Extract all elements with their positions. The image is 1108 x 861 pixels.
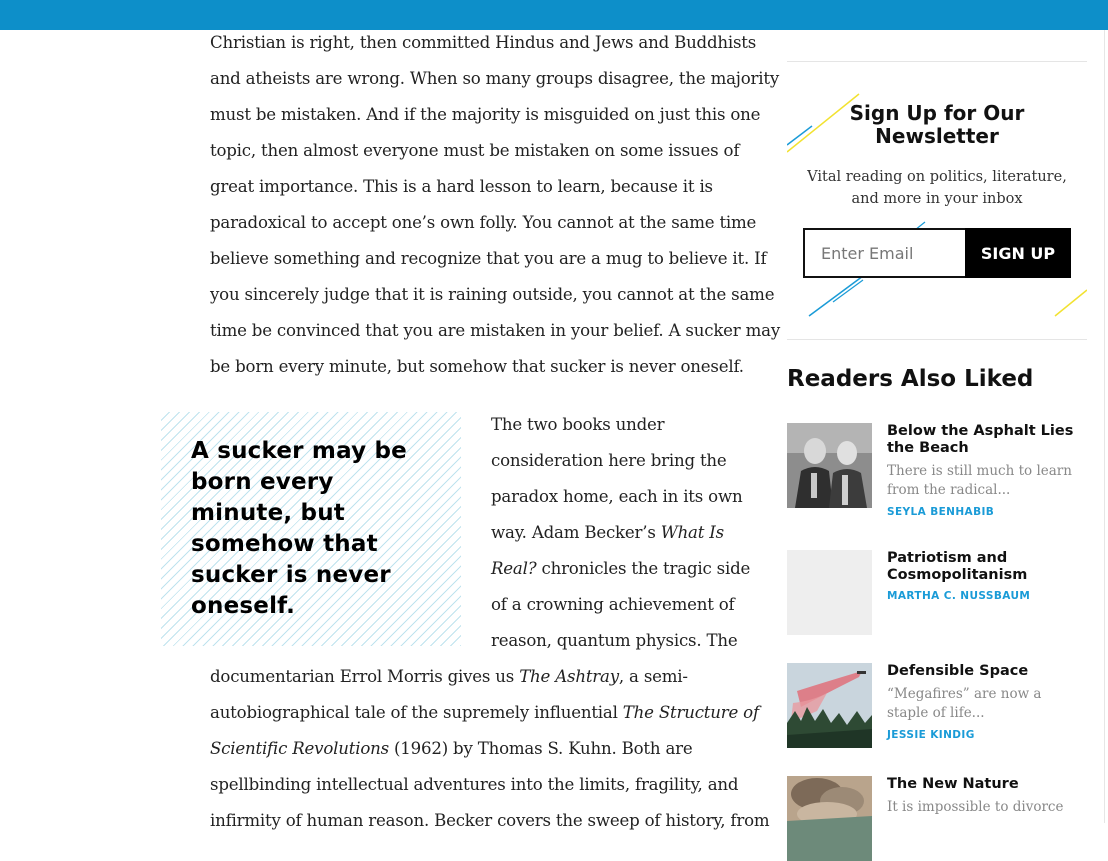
author-link[interactable]: MARTHA C. NUSSBAUM [887,590,1087,602]
text-run: (1962) by Thomas S. Kuhn. Both are [388,739,693,758]
pull-quote: A sucker may be born every minute, but s… [161,412,461,646]
list-item[interactable]: Defensible Space “Megafires” are now a s… [787,663,1087,763]
text-line: be born every minute, but somehow that s… [210,357,744,376]
article-link-title[interactable]: The New Nature [887,776,1087,793]
text-line: spellbinding intellectual adventures int… [210,775,739,794]
list-item-body: Patriotism and Cosmopolitanism MARTHA C.… [887,550,1087,602]
author-link[interactable]: JESSIE KINDIG [887,729,1087,741]
photo-two-men [787,423,872,508]
text-line: believe something and recognize that you… [210,249,767,268]
divider [787,61,1087,62]
list-item-body: The New Nature It is impossible to divor… [887,776,1087,817]
text-line: autobiographical tale of the supremely i… [210,695,770,731]
sign-up-button[interactable]: SIGN UP [965,228,1071,278]
list-item-body: Below the Asphalt Lies the Beach There i… [887,423,1087,518]
readers-also-liked-heading: Readers Also Liked [787,366,1034,392]
text-line: The two books under [491,415,665,434]
book-title: The Structure of [622,703,759,722]
text-run: autobiographical tale of the supremely i… [210,703,623,722]
list-item[interactable]: The New Nature It is impossible to divor… [787,776,1087,861]
text-line: reason, quantum physics. The [491,631,738,650]
text-line: of a crowning achievement of [491,595,735,614]
book-title: Real? [491,559,537,578]
text-run: documentarian Errol Morris gives us [210,667,520,686]
text-line: documentarian Errol Morris gives us The … [210,659,770,695]
deco-line-yellow [1054,289,1087,317]
text-line: Real? chronicles the tragic side [491,551,766,587]
text-line: way. Adam Becker’s What Is [491,515,766,551]
article-link-title[interactable]: Patriotism and Cosmopolitanism [887,550,1087,584]
text-line: paradoxical to accept one’s own folly. Y… [210,213,757,232]
list-item[interactable]: Patriotism and Cosmopolitanism MARTHA C.… [787,550,1087,640]
text-line: Scientific Revolutions (1962) by Thomas … [210,731,770,767]
text-run: chronicles the tragic side [536,559,751,578]
deco-line-blue [832,279,864,303]
text-line: paradox home, each in its own [491,487,743,506]
thumbnail[interactable] [787,663,872,748]
photo-smoke-plume [787,776,872,861]
divider [787,339,1087,340]
book-title: What Is [660,523,724,542]
article-paragraph: The two books under consideration here b… [491,407,766,659]
book-title: The Ashtray [519,667,619,686]
text-line: topic, then almost everyone must be mist… [210,141,740,160]
text-line: must be mistaken. And if the majority is… [210,105,761,124]
text-run: way. Adam Becker’s [491,523,661,542]
newsletter-subtitle: Vital reading on politics, literature, a… [807,169,1067,207]
article-link-title[interactable]: Defensible Space [887,663,1087,680]
deco-line-blue [808,275,864,317]
text-line: you sincerely judge that it is raining o… [210,285,775,304]
list-item-body: Defensible Space “Megafires” are now a s… [887,663,1087,741]
newsletter-signup: Sign Up for Our Newsletter Vital reading… [787,90,1087,320]
thumbnail[interactable] [787,550,872,635]
article-excerpt: It is impossible to divorce [887,799,1064,815]
author-link[interactable]: SEYLA BENHABIB [887,506,1087,518]
text-line: and atheists are wrong. When so many gro… [210,69,780,88]
thumbnail[interactable] [787,423,872,508]
email-field[interactable] [803,228,981,278]
list-item[interactable]: Below the Asphalt Lies the Beach There i… [787,423,1087,533]
newsletter-title: Sign Up for Our Newsletter [849,101,1025,148]
text-line: great importance. This is a hard lesson … [210,177,713,196]
thumbnail[interactable] [787,776,872,861]
article-link-title[interactable]: Below the Asphalt Lies the Beach [887,423,1087,457]
text-line: consideration here bring the [491,451,727,470]
pull-quote-text: A sucker may be born every minute, but s… [191,438,407,619]
scrollbar[interactable] [1104,30,1108,823]
article-excerpt: “Megafires” are now a staple of life... [887,686,1042,721]
newsletter-form: SIGN UP [803,228,1071,278]
article-paragraph: Christian is right, then committed Hindu… [210,25,781,385]
text-line: infirmity of human reason. Becker covers… [210,811,770,830]
article-paragraph: documentarian Errol Morris gives us The … [210,659,770,839]
article-excerpt: There is still much to learn from the ra… [887,463,1072,498]
text-run: , a semi- [618,667,688,686]
text-line: Christian is right, then committed Hindu… [210,33,757,52]
photo-firefighting-plane [787,663,872,748]
text-line: time be convinced that you are mistaken … [210,321,781,340]
book-title: Scientific Revolutions [210,739,389,758]
